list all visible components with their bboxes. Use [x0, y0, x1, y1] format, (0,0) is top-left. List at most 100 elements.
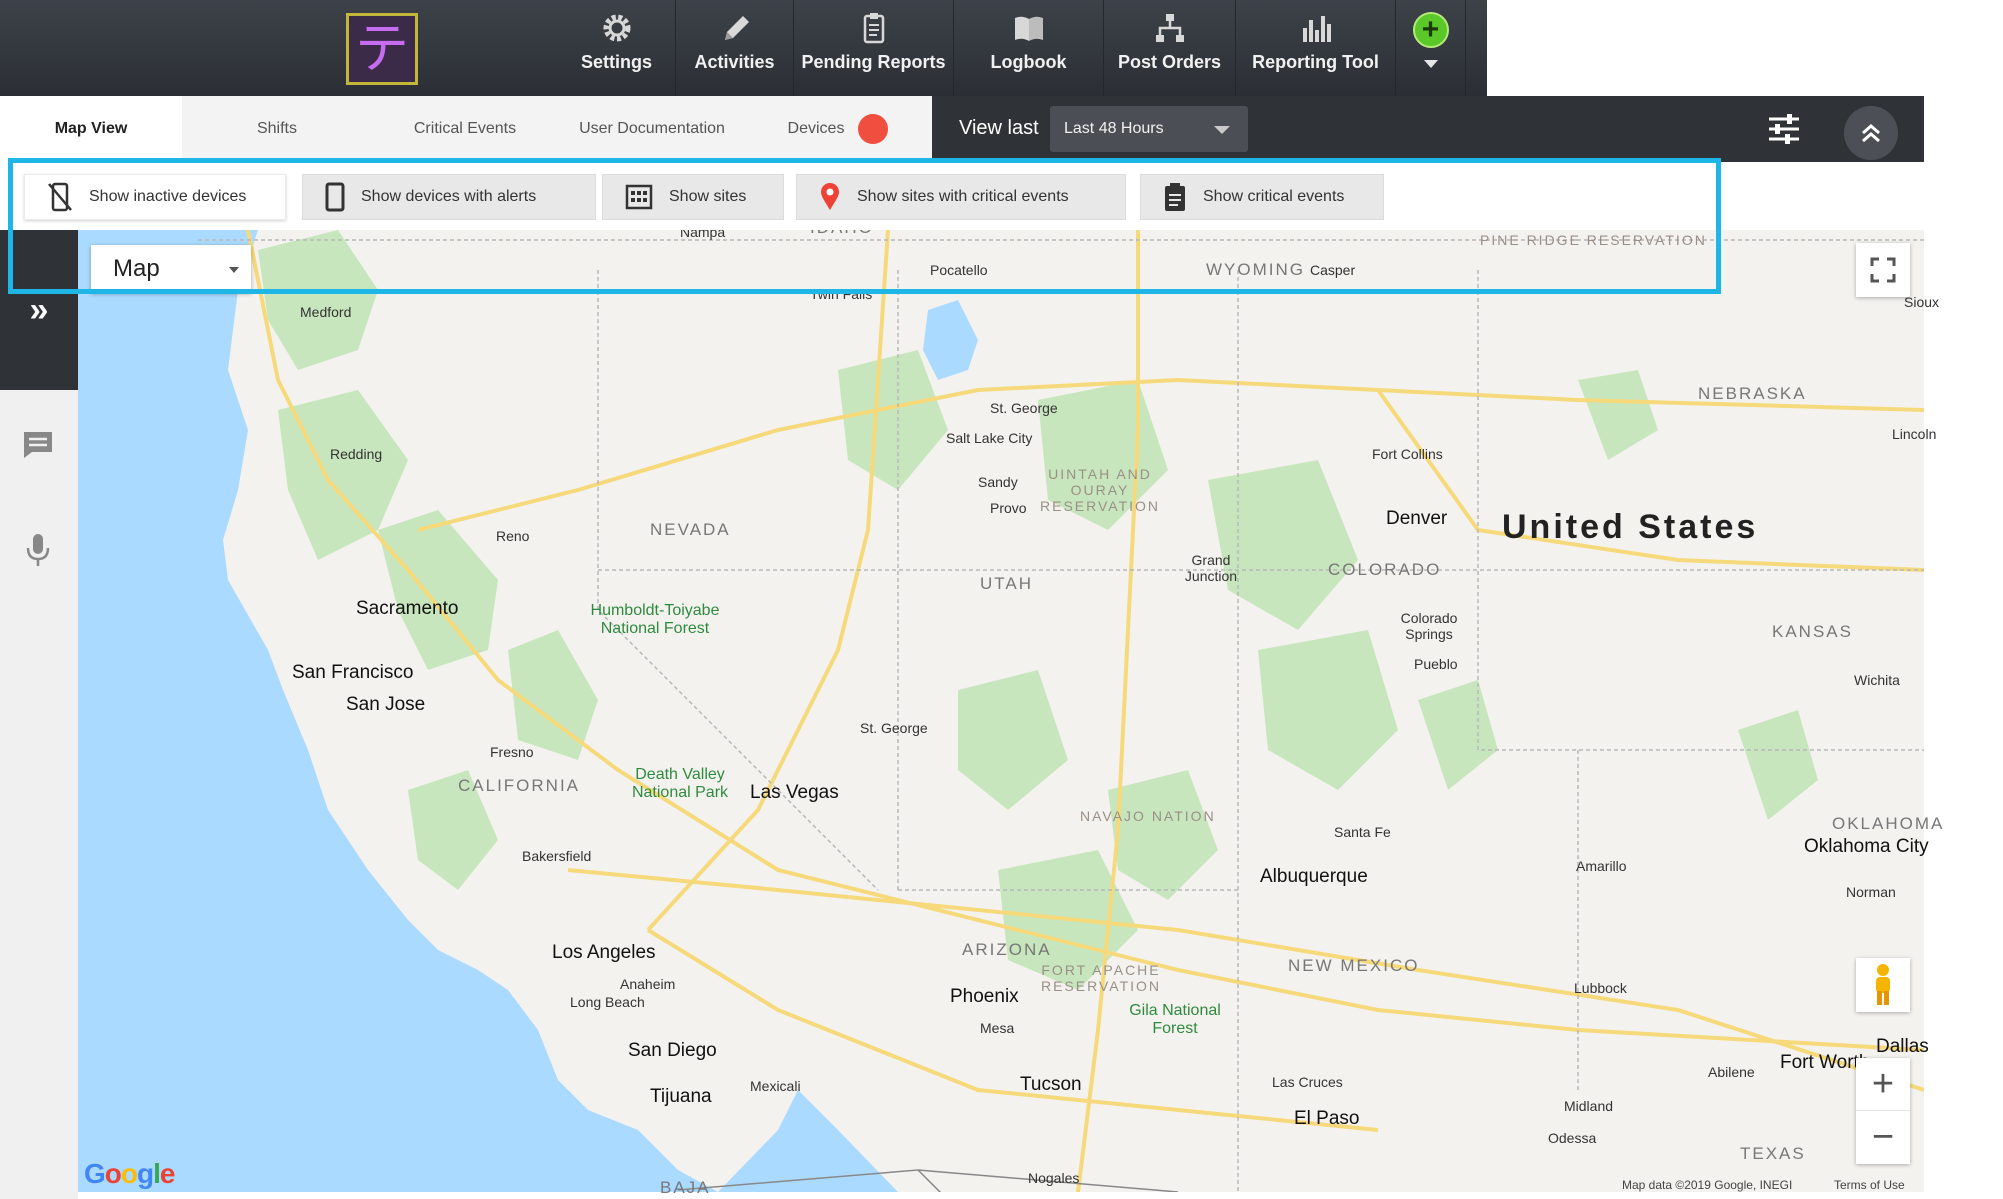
- pencil-icon: [724, 16, 749, 40]
- terms-of-use-link[interactable]: Terms of Use: [1834, 1178, 1905, 1192]
- map-pin-icon: [821, 183, 839, 210]
- map-label-city: Wichita: [1854, 672, 1900, 688]
- tab-map-view[interactable]: Map View: [0, 96, 182, 162]
- map-label-major-city: Sacramento: [356, 598, 459, 619]
- map-label-city: Bakersfield: [522, 848, 592, 864]
- main-nav: Settings Activities Pending Reports Logb…: [558, 0, 1466, 96]
- quick-add-menu[interactable]: +: [1396, 0, 1466, 96]
- nav-reporting-tool[interactable]: Reporting Tool: [1236, 0, 1396, 96]
- map-label-city: Reno: [496, 528, 530, 544]
- microphone-icon[interactable]: [18, 530, 58, 570]
- zoom-out-button[interactable]: −: [1856, 1111, 1910, 1164]
- bar-chart-icon: [1302, 16, 1331, 42]
- show-devices-with-alerts-button[interactable]: Show devices with alerts: [302, 174, 596, 220]
- map-label-city: Nogales: [1028, 1170, 1080, 1186]
- hierarchy-icon: [1155, 14, 1184, 42]
- map-label-city: Sandy: [978, 474, 1018, 490]
- map-label-city: Twin Falls: [810, 286, 873, 302]
- map-label-major-city: El Paso: [1294, 1108, 1360, 1129]
- chevron-double-up-icon: [1862, 124, 1880, 143]
- tab-devices[interactable]: Devices: [744, 96, 932, 162]
- nav-post-orders[interactable]: Post Orders: [1104, 0, 1236, 96]
- map-label-state: NEW MEXICO: [1288, 956, 1420, 975]
- tab-user-documentation[interactable]: User Documentation: [578, 96, 726, 162]
- show-sites-button[interactable]: Show sites: [602, 174, 784, 220]
- map-filter-bar: Show inactive devices Show devices with …: [8, 162, 1924, 230]
- map-label-city: St. George: [860, 720, 928, 736]
- device-off-icon: [48, 182, 72, 212]
- sliders-icon[interactable]: [1767, 113, 1801, 145]
- tab-critical-events[interactable]: Critical Events: [372, 96, 558, 162]
- phone-icon: [325, 182, 345, 212]
- view-tabs: Map View Shifts Critical Events User Doc…: [0, 96, 1924, 162]
- tab-shifts[interactable]: Shifts: [182, 96, 372, 162]
- map-label-state: OKLAHOMA: [1832, 814, 1945, 833]
- map-label-city: Abilene: [1708, 1064, 1755, 1080]
- plus-circle-icon: +: [1412, 12, 1449, 48]
- map-label-state: KANSAS: [1772, 622, 1853, 641]
- clipboard-icon: [1165, 183, 1185, 211]
- map-label-city: Fort Collins: [1372, 446, 1443, 462]
- expand-sidebar-button[interactable]: »: [0, 230, 78, 390]
- map-label-reservation: PINE RIDGE RESERVATION: [1480, 232, 1707, 248]
- map-type-select[interactable]: Map: [91, 245, 251, 293]
- show-sites-with-critical-events-button[interactable]: Show sites with critical events: [796, 174, 1126, 220]
- map-label-city: Odessa: [1548, 1130, 1597, 1146]
- map-label-state: COLORADO: [1328, 560, 1442, 579]
- nav-activities-label: Activities: [694, 52, 775, 72]
- building-icon: [625, 184, 653, 210]
- map-label-major-city: Dallas: [1876, 1036, 1929, 1057]
- map-label-state: NEVADA: [650, 520, 731, 539]
- nav-reporting-tool-label: Reporting Tool: [1252, 52, 1379, 72]
- map-label-reservation: UINTAH AND OURAY RESERVATION: [1040, 466, 1161, 514]
- nav-pending-reports-label: Pending Reports: [801, 52, 946, 72]
- fullscreen-button[interactable]: [1856, 243, 1910, 297]
- book-icon: [1014, 16, 1043, 41]
- map-label-city: Mesa: [980, 1020, 1015, 1036]
- map-label-major-city: San Diego: [628, 1040, 717, 1061]
- map-label-city: Lincoln: [1892, 426, 1937, 442]
- zoom-in-button[interactable]: +: [1856, 1058, 1910, 1111]
- map-label-state: TEXAS: [1740, 1144, 1806, 1163]
- map-label-city: Fresno: [490, 744, 534, 760]
- map-label-major-city: Denver: [1386, 508, 1448, 529]
- logo-glyph: テ: [355, 17, 409, 80]
- nav-logbook[interactable]: Logbook: [954, 0, 1104, 96]
- map-label-city: Pocatello: [930, 262, 988, 278]
- map-label-city: St. George: [990, 400, 1058, 416]
- nav-settings-label: Settings: [580, 52, 652, 72]
- show-sites-with-critical-events-label: Show sites with critical events: [857, 188, 1069, 205]
- map-label-reservation: FORT APACHE RESERVATION: [1040, 962, 1162, 994]
- chevron-double-right-icon: »: [29, 290, 49, 329]
- zoom-control: + −: [1856, 1058, 1910, 1164]
- collapse-panel-button[interactable]: [1844, 106, 1898, 160]
- map-label-city: Casper: [1310, 262, 1356, 278]
- gear-icon: [603, 14, 630, 42]
- nav-settings[interactable]: Settings: [558, 0, 676, 96]
- time-range-select[interactable]: Last 48 Hours: [1050, 106, 1248, 152]
- map-label-major-city: Oklahoma City: [1804, 836, 1929, 857]
- chat-icon[interactable]: [18, 424, 58, 464]
- show-critical-events-button[interactable]: Show critical events: [1140, 174, 1384, 220]
- minus-icon: −: [1871, 1116, 1895, 1158]
- map-label-park: Gila National Forest: [1129, 1002, 1221, 1037]
- nav-activities[interactable]: Activities: [676, 0, 794, 96]
- plus-icon: +: [1871, 1062, 1895, 1105]
- map-label-state: WYOMING: [1206, 260, 1305, 279]
- chevron-down-icon: [1423, 60, 1438, 68]
- time-range-value: Last 48 Hours: [1064, 120, 1164, 137]
- show-inactive-devices-button[interactable]: Show inactive devices: [24, 174, 286, 220]
- google-logo: Google: [84, 1158, 175, 1189]
- street-view-pegman[interactable]: [1856, 958, 1910, 1012]
- view-controls: View last Last 48 Hours: [932, 96, 1924, 162]
- tab-devices-label: Devices: [787, 120, 845, 137]
- map-label-major-city: San Jose: [346, 694, 426, 715]
- nav-pending-reports[interactable]: Pending Reports: [794, 0, 954, 96]
- map-label-city: Colorado Springs: [1400, 610, 1458, 642]
- tab-user-documentation-label: User Documentation: [579, 120, 725, 137]
- map-label-major-city: San Francisco: [292, 662, 414, 683]
- app-logo[interactable]: テ: [346, 13, 418, 85]
- map-label-city: Redding: [330, 446, 383, 462]
- fullscreen-icon: [1870, 257, 1896, 283]
- map-label-city: Pueblo: [1414, 656, 1458, 672]
